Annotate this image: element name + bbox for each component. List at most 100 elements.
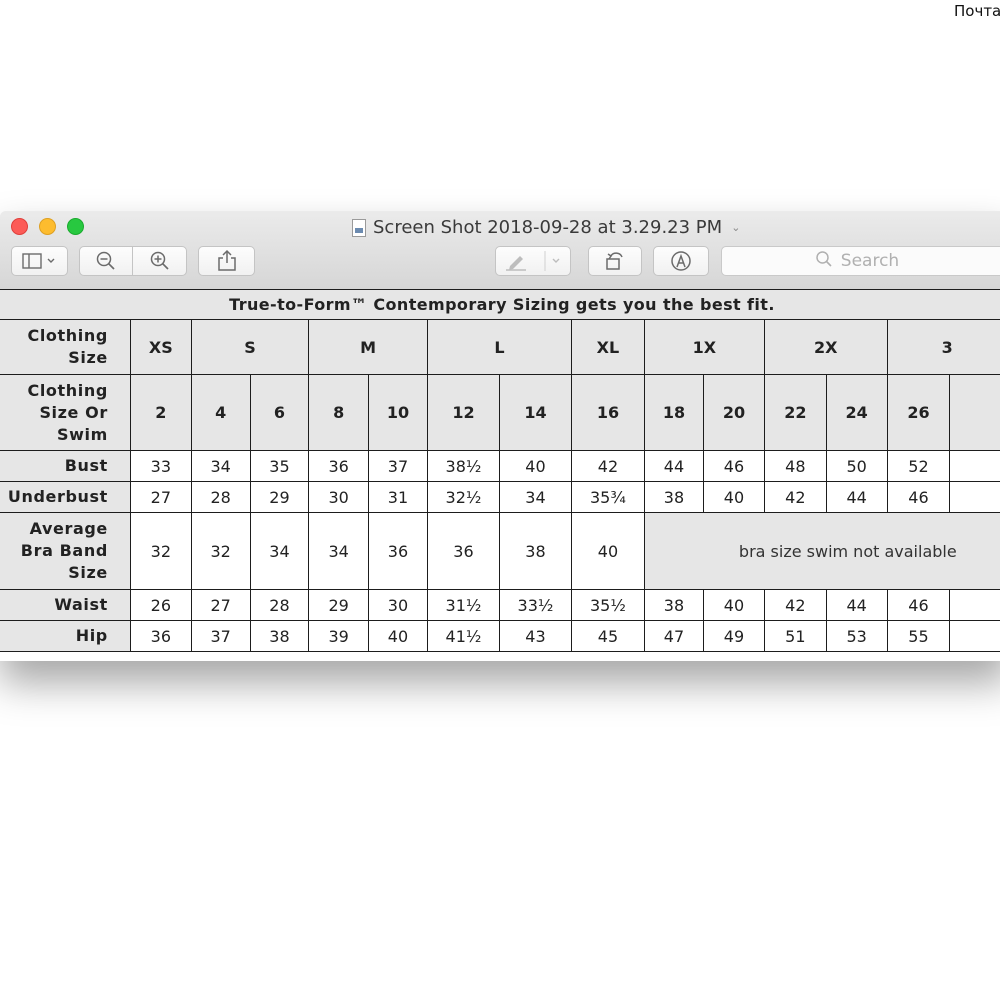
row-header-bra-band: Average Bra Band Size (0, 512, 131, 590)
table-cell: 34 (498, 481, 572, 513)
annotate-button[interactable] (653, 246, 709, 276)
table-cell: 16 (570, 374, 645, 451)
corner-text: Почта (954, 2, 1000, 20)
window-title[interactable]: Screen Shot 2018-09-28 at 3.29.23 PM ⌄ (352, 217, 740, 238)
table-cell: 32 (190, 512, 251, 590)
table-cell: 48 (763, 450, 827, 482)
table-cell: 45 (570, 620, 645, 652)
row-header-underbust: Underbust (0, 481, 131, 513)
table-cell: 46 (703, 450, 765, 482)
table-cell: 34 (308, 512, 369, 590)
table-cell: 35 (249, 450, 310, 482)
table-cell-edge (949, 589, 1000, 621)
table-cell: 40 (703, 589, 765, 621)
table-cell: 27 (129, 481, 192, 513)
table-cell: 42 (763, 481, 827, 513)
markup-button[interactable] (495, 246, 571, 276)
sidebar-button[interactable] (11, 246, 68, 276)
table-cell: 30 (308, 481, 369, 513)
size-chart-table: True-to-Form™ Contemporary Sizing gets y… (0, 289, 1000, 652)
table-cell: 38 (643, 589, 705, 621)
table-cell-edge (949, 450, 1000, 482)
table-cell-edge (949, 481, 1000, 513)
table-cell: 38 (498, 512, 572, 590)
zoom-in-icon (150, 251, 169, 270)
table-cell: 26 (886, 374, 951, 451)
share-icon (217, 249, 236, 271)
search-icon (815, 250, 833, 273)
row-header-clothing-size: Clothing Size (0, 319, 131, 375)
table-cell: 33½ (498, 589, 572, 621)
table-cell: 34 (190, 450, 251, 482)
size-group: 1X (643, 319, 765, 375)
table-cell: 44 (825, 481, 888, 513)
close-button[interactable] (11, 218, 28, 235)
bra-unavailable-note: bra size swim not available (643, 512, 1000, 590)
table-cell: 32½ (426, 481, 500, 513)
row-header-swim: Clothing Size Or Swim (0, 374, 131, 451)
size-group: S (190, 319, 310, 375)
chevron-down-icon: ⌄ (731, 221, 741, 234)
table-cell: 43 (498, 620, 572, 652)
table-cell: 39 (308, 620, 369, 652)
title-bar: Screen Shot 2018-09-28 at 3.29.23 PM ⌄ S… (0, 211, 1000, 290)
table-cell: 40 (368, 620, 428, 652)
zoom-in-button[interactable] (132, 246, 187, 276)
search-field[interactable]: Search (721, 246, 1000, 276)
table-cell: 55 (886, 620, 951, 652)
zoom-button[interactable] (67, 218, 84, 235)
table-cell: 6 (249, 374, 310, 451)
row-header-waist: Waist (0, 589, 131, 621)
table-cell: 8 (308, 374, 369, 451)
zoom-out-icon (96, 251, 115, 270)
size-group: L (426, 319, 572, 375)
table-cell-edge (949, 620, 1000, 652)
share-button[interactable] (198, 246, 255, 276)
table-cell: 20 (703, 374, 765, 451)
table-cell: 44 (643, 450, 705, 482)
table-cell: 40 (703, 481, 765, 513)
table-cell: 28 (249, 589, 310, 621)
table-cell: 30 (368, 589, 428, 621)
preview-window: Screen Shot 2018-09-28 at 3.29.23 PM ⌄ S… (0, 211, 1000, 661)
table-cell: 18 (643, 374, 705, 451)
table-cell: 2 (129, 374, 192, 451)
table-cell: 52 (886, 450, 951, 482)
table-cell: 10 (368, 374, 428, 451)
table-cell: 49 (703, 620, 765, 652)
table-cell: 37 (190, 620, 251, 652)
table-cell: 35½ (570, 589, 645, 621)
table-cell: 46 (886, 481, 951, 513)
table-cell: 46 (886, 589, 951, 621)
search-placeholder: Search (840, 251, 900, 271)
zoom-out-button[interactable] (79, 246, 133, 276)
table-cell: 38½ (426, 450, 500, 482)
table-title: True-to-Form™ Contemporary Sizing gets y… (0, 289, 1000, 320)
table-cell: 28 (190, 481, 251, 513)
table-cell: 29 (249, 481, 310, 513)
window-title-text: Screen Shot 2018-09-28 at 3.29.23 PM (373, 217, 723, 238)
minimize-button[interactable] (39, 218, 56, 235)
table-cell: 38 (643, 481, 705, 513)
table-cell: 50 (825, 450, 888, 482)
table-cell: 47 (643, 620, 705, 652)
table-cell: 32 (129, 512, 192, 590)
table-cell: 34 (249, 512, 310, 590)
size-group: XS (129, 319, 192, 375)
table-cell: 36 (129, 620, 192, 652)
table-cell: 14 (498, 374, 572, 451)
size-group: XL (570, 319, 645, 375)
table-cell: 40 (498, 450, 572, 482)
table-cell: 41½ (426, 620, 500, 652)
table-cell: 37 (368, 450, 428, 482)
size-group: 3 (886, 319, 1000, 375)
rotate-icon (606, 252, 623, 270)
table-cell: 36 (308, 450, 369, 482)
table-cell: 12 (426, 374, 500, 451)
annotate-icon (671, 251, 691, 271)
row-header-bust: Bust (0, 450, 131, 482)
rotate-button[interactable] (588, 246, 642, 276)
table-cell: 44 (825, 589, 888, 621)
table-cell-edge (949, 374, 1000, 451)
table-cell: 29 (308, 589, 369, 621)
